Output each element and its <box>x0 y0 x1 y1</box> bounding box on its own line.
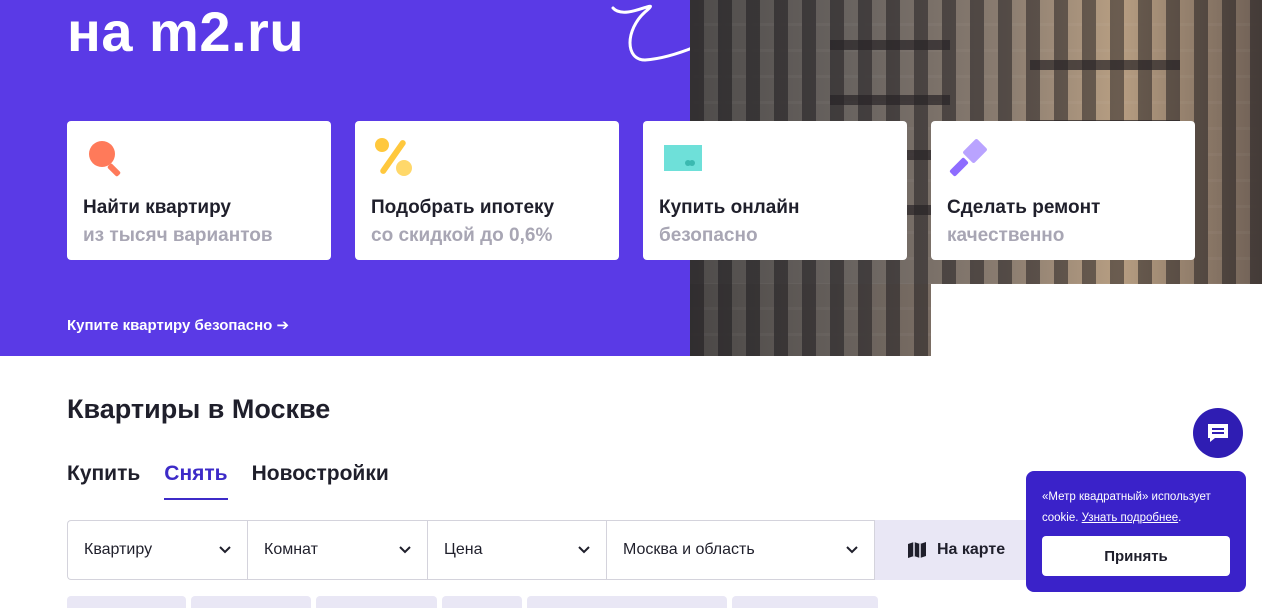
tab-rent[interactable]: Снять <box>164 462 228 500</box>
quick-filter-chip[interactable] <box>732 596 878 608</box>
card-subtitle: безопасно <box>659 225 758 246</box>
map-button-label: На карте <box>937 541 1006 558</box>
quick-filter-chip[interactable] <box>442 596 522 608</box>
quick-filter-chip[interactable] <box>67 596 186 608</box>
card-title: Сделать ремонт <box>947 197 1101 218</box>
location-select[interactable]: Москва и область <box>606 520 875 580</box>
chevron-down-icon <box>219 546 231 554</box>
property-type-value: Квартиру <box>84 541 153 558</box>
card-icon <box>664 145 702 171</box>
hero-title: на m2.ru <box>67 0 305 63</box>
card-title: Купить онлайн <box>659 197 800 218</box>
cookie-banner: «Метр квадратный» использует cookie. Узн… <box>1026 471 1246 592</box>
listing-tabs: Купить Снять Новостройки <box>67 462 389 500</box>
accept-cookies-button[interactable]: Принять <box>1042 536 1230 576</box>
building-photo-lower <box>690 284 931 356</box>
property-type-select[interactable]: Квартиру <box>67 520 247 580</box>
location-value: Москва и область <box>623 541 755 558</box>
chevron-down-icon <box>846 546 858 554</box>
map-button[interactable]: На карте <box>875 520 1035 580</box>
price-value: Цена <box>444 541 483 558</box>
quick-filter-chip[interactable] <box>191 596 311 608</box>
quick-filter-chip[interactable] <box>316 596 437 608</box>
quick-filter-chip[interactable] <box>527 596 727 608</box>
card-find-apartment[interactable]: Найти квартиру из тысяч вариантов <box>67 121 331 260</box>
chat-button[interactable] <box>1193 408 1243 458</box>
card-mortgage[interactable]: Подобрать ипотеку со скидкой до 0,6% <box>355 121 619 260</box>
rooms-select[interactable]: Комнат <box>247 520 427 580</box>
price-select[interactable]: Цена <box>427 520 606 580</box>
card-renovation[interactable]: Сделать ремонт качественно <box>931 121 1195 260</box>
card-subtitle: из тысяч вариантов <box>83 225 273 246</box>
map-icon <box>908 542 926 558</box>
cookie-more-link[interactable]: Узнать подробнее <box>1082 512 1178 524</box>
card-subtitle: качественно <box>947 225 1065 246</box>
chevron-down-icon <box>399 546 411 554</box>
section-title: Квартиры в Москве <box>67 394 331 424</box>
tab-new-buildings[interactable]: Новостройки <box>252 462 389 500</box>
cookie-link-suffix: . <box>1178 512 1182 524</box>
card-subtitle: со скидкой до 0,6% <box>371 225 553 246</box>
rooms-value: Комнат <box>264 541 318 558</box>
paint-roller-icon <box>949 139 987 177</box>
tab-buy[interactable]: Купить <box>67 462 140 500</box>
search-filters: Квартиру Комнат Цена Москва и область <box>67 520 875 580</box>
search-magnifier-icon <box>89 141 121 177</box>
card-title: Подобрать ипотеку <box>371 197 555 218</box>
safe-purchase-link[interactable]: Купите квартиру безопасно ➔ <box>67 316 289 334</box>
card-buy-online[interactable]: Купить онлайн безопасно <box>643 121 907 260</box>
chevron-down-icon <box>578 546 590 554</box>
quick-filter-chips <box>67 596 878 608</box>
card-title: Найти квартиру <box>83 197 232 218</box>
chat-bubble-icon <box>1208 424 1228 442</box>
percent-icon <box>375 138 412 176</box>
